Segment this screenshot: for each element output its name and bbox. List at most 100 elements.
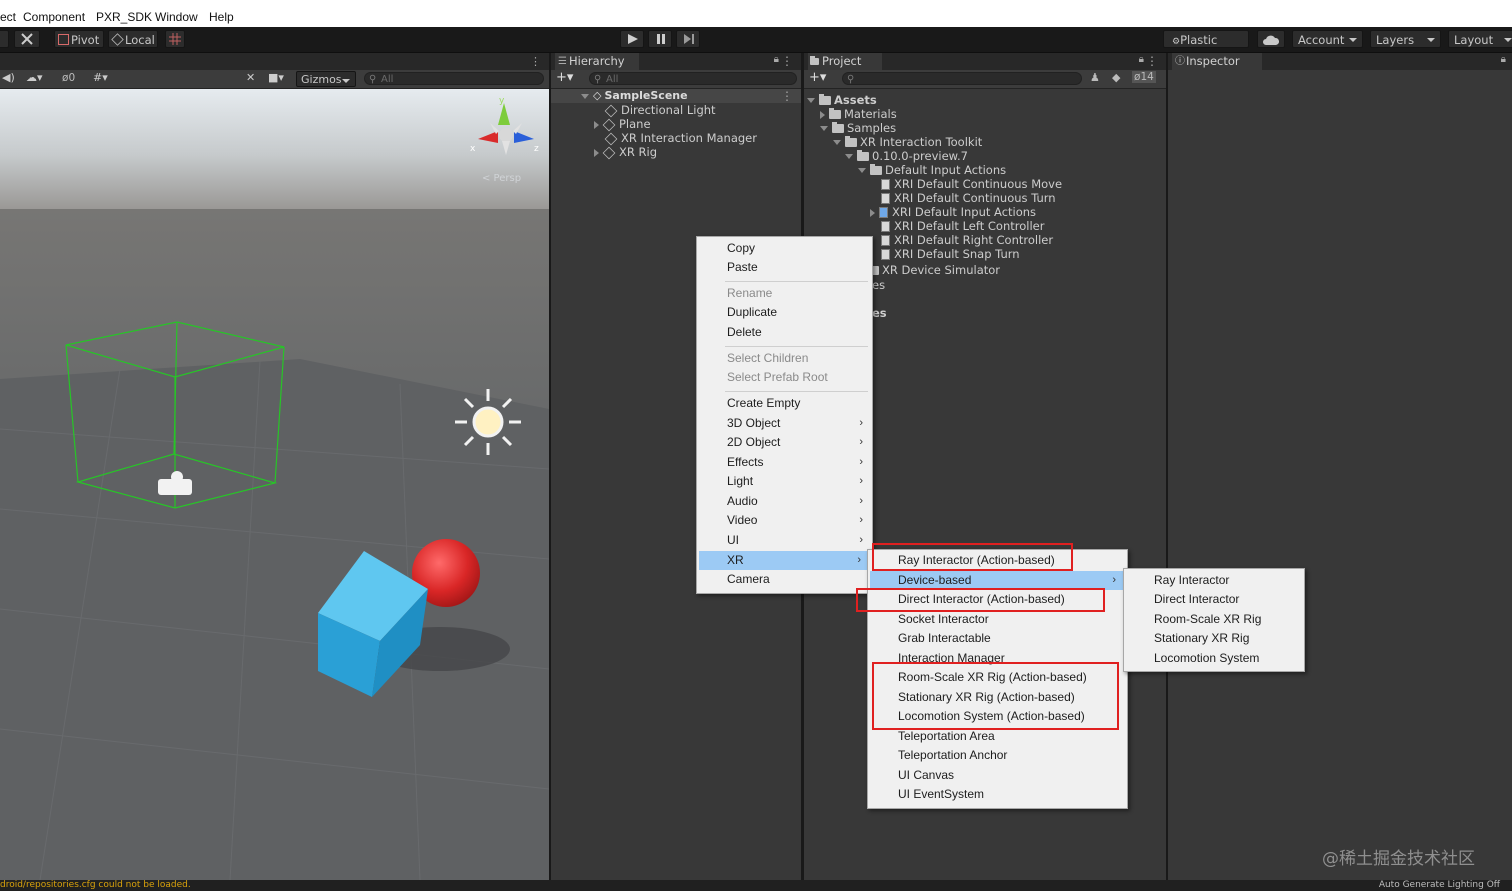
expand-arrow-icon[interactable]	[833, 140, 841, 145]
menu-item-help[interactable]: Help	[209, 10, 234, 24]
orientation-gizmo[interactable]: y x z	[468, 93, 548, 173]
tree-item[interactable]: XRI Default Input Actions	[870, 205, 1036, 219]
menu-item-pxr-sdk[interactable]: PXR_SDK	[96, 10, 152, 24]
tree-item[interactable]: XRI Default Continuous Turn	[881, 191, 1056, 205]
tree-item[interactable]: 0.10.0-preview.7	[845, 149, 968, 163]
layout-dropdown[interactable]: Layout	[1448, 30, 1512, 48]
expand-arrow-icon[interactable]	[820, 126, 828, 131]
transform-tool-button[interactable]	[14, 30, 40, 48]
tab-inspector[interactable]: ⓘ Inspector	[1172, 53, 1262, 70]
expand-arrow-icon[interactable]	[858, 168, 866, 173]
menu-item-room-scale-rig-action[interactable]: Room-Scale XR Rig (Action-based)	[868, 668, 1127, 687]
menu-item-camera[interactable]: Camera	[697, 570, 872, 589]
tree-item[interactable]: XRI Default Left Controller	[881, 219, 1044, 233]
tools-icon[interactable]: ✕	[246, 71, 255, 84]
menu-item-create-empty[interactable]: Create Empty	[697, 394, 872, 413]
menu-item-grab-interactable[interactable]: Grab Interactable	[868, 629, 1127, 648]
tree-item-partial[interactable]: es	[872, 306, 887, 320]
menu-item-rename[interactable]: Rename	[697, 284, 872, 303]
menu-item-ray-interactor-action[interactable]: Ray Interactor (Action-based)	[868, 551, 1127, 570]
scene-viewport[interactable]: y x z < Persp	[0, 89, 549, 880]
pivot-toggle[interactable]: Pivot	[54, 30, 104, 48]
menu-item-device-based[interactable]: Device-based ›	[870, 571, 1125, 590]
hierarchy-item[interactable]: XR Rig	[594, 145, 657, 159]
step-button[interactable]	[676, 30, 700, 48]
menu-item-room-scale-xr-rig[interactable]: Room-Scale XR Rig	[1124, 610, 1304, 629]
tab-project[interactable]: Project	[808, 53, 882, 70]
expand-arrow-icon[interactable]	[807, 98, 815, 103]
menu-item-project[interactable]: ect	[0, 10, 16, 24]
menu-item-ui-eventsystem[interactable]: UI EventSystem	[868, 785, 1127, 804]
menu-item-teleportation-anchor[interactable]: Teleportation Anchor	[868, 746, 1127, 765]
project-search-input[interactable]: ⚲	[842, 72, 1082, 85]
hierarchy-item[interactable]: Plane	[594, 117, 651, 131]
tree-item-partial[interactable]: es	[872, 278, 885, 292]
create-asset-button[interactable]: +▾	[809, 70, 826, 85]
menu-item-audio[interactable]: Audio ›	[697, 492, 872, 511]
camera-icon[interactable]: ■▾	[268, 71, 284, 84]
hierarchy-item[interactable]: XR Interaction Manager	[604, 131, 757, 145]
tree-item-assets[interactable]: Assets	[807, 93, 877, 107]
menu-item-3d-object[interactable]: 3D Object ›	[697, 414, 872, 433]
lock-icon[interactable]: 🔒︎	[1501, 54, 1506, 65]
menu-item-paste[interactable]: Paste	[697, 258, 872, 277]
account-dropdown[interactable]: Account	[1292, 30, 1363, 48]
expand-arrow-icon[interactable]	[820, 110, 825, 119]
menu-item-stationary-rig-action[interactable]: Stationary XR Rig (Action-based)	[868, 688, 1127, 707]
kebab-menu-icon[interactable]: ⋮	[781, 54, 793, 68]
expand-arrow-icon[interactable]	[594, 120, 599, 129]
filter-type-icon[interactable]: ♟	[1090, 71, 1100, 84]
expand-arrow-icon[interactable]	[594, 148, 599, 157]
tree-item[interactable]: Default Input Actions	[858, 163, 1006, 177]
rect-tool-button[interactable]	[0, 30, 9, 48]
expand-arrow-icon[interactable]	[870, 208, 875, 217]
menu-item-ui[interactable]: UI ›	[697, 531, 872, 550]
kebab-menu-icon[interactable]: ⋮	[530, 55, 541, 68]
menu-item-xr[interactable]: XR ›	[699, 551, 870, 570]
menu-item-component[interactable]: Component	[23, 10, 85, 24]
menu-item-direct-interactor-action[interactable]: Direct Interactor (Action-based)	[868, 590, 1127, 609]
menu-item-stationary-xr-rig[interactable]: Stationary XR Rig	[1124, 629, 1304, 648]
hidden-packages-toggle[interactable]: ø14	[1132, 71, 1156, 83]
menu-item-copy[interactable]: Copy	[697, 239, 872, 258]
menu-item-locomotion-system-action[interactable]: Locomotion System (Action-based)	[868, 707, 1127, 726]
scene-header-row[interactable]: ◇ SampleScene ⋮	[551, 89, 801, 103]
effects-icon[interactable]: ☁▾	[26, 71, 43, 84]
audio-icon[interactable]: ◀)	[2, 71, 15, 84]
menu-item-select-children[interactable]: Select Children	[697, 349, 872, 368]
tree-item[interactable]: XR Device Simulator	[858, 263, 1000, 277]
tree-item[interactable]: XR Interaction Toolkit	[833, 135, 982, 149]
tab-hierarchy[interactable]: ☰ Hierarchy	[555, 53, 639, 70]
tree-item[interactable]: XRI Default Continuous Move	[881, 177, 1062, 191]
plastic-scm-button[interactable]: ⚙Plastic SCM	[1163, 30, 1249, 67]
layers-dropdown[interactable]: Layers	[1370, 30, 1441, 48]
play-button[interactable]	[620, 30, 644, 48]
menu-item-video[interactable]: Video ›	[697, 511, 872, 530]
kebab-menu-icon[interactable]: ⋮	[1146, 54, 1158, 68]
menu-item-direct-interactor[interactable]: Direct Interactor	[1124, 590, 1304, 609]
console-message[interactable]: droid/repositories.cfg could not be load…	[0, 880, 191, 891]
lock-icon[interactable]: 🔒︎	[1139, 54, 1144, 65]
grid-toggle[interactable]: #▾	[93, 71, 108, 84]
kebab-menu-icon[interactable]: ⋮	[781, 89, 793, 103]
tree-item[interactable]: Materials	[820, 107, 897, 121]
hierarchy-item[interactable]: Directional Light	[604, 103, 716, 117]
menu-item-locomotion-system[interactable]: Locomotion System	[1124, 649, 1304, 668]
local-toggle[interactable]: Local	[108, 30, 158, 48]
hidden-objects-toggle[interactable]: ø0	[62, 72, 75, 84]
menu-item-light[interactable]: Light ›	[697, 472, 872, 491]
lighting-status[interactable]: Auto Generate Lighting Off	[1379, 880, 1500, 891]
menu-item-delete[interactable]: Delete	[697, 323, 872, 342]
grid-snap-button[interactable]	[165, 30, 185, 48]
menu-item-interaction-manager[interactable]: Interaction Manager	[868, 649, 1127, 668]
hierarchy-search-input[interactable]: ⚲ All	[589, 72, 797, 85]
scene-search-input[interactable]: ⚲ All	[364, 72, 544, 85]
menu-item-effects[interactable]: Effects ›	[697, 453, 872, 472]
menu-item-ui-canvas[interactable]: UI Canvas	[868, 766, 1127, 785]
tree-item[interactable]: Samples	[820, 121, 896, 135]
expand-arrow-icon[interactable]	[581, 93, 589, 99]
add-object-button[interactable]: +▾	[556, 70, 573, 85]
menu-item-select-prefab-root[interactable]: Select Prefab Root	[697, 368, 872, 387]
menu-item-window[interactable]: Window	[155, 10, 198, 24]
pause-button[interactable]	[648, 30, 672, 48]
